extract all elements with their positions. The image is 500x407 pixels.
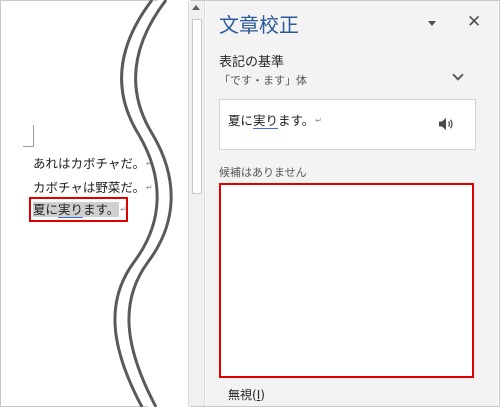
scroll-thumb[interactable]: [192, 19, 202, 194]
context-sentence: 夏に実ります。↵: [228, 110, 322, 129]
speaker-icon[interactable]: [438, 117, 454, 131]
paragraph-mark-icon: ↵: [315, 116, 322, 125]
vertical-scrollbar[interactable]: [188, 1, 205, 406]
ignore-button-label: 無視(: [228, 388, 257, 402]
ignore-button-suffix: ): [260, 388, 265, 402]
no-candidates-label: 候補はありません: [219, 166, 307, 179]
proofing-pane: 文章校正 ✕ 表記の基準 「です・ます」体 夏に実ります。↵ 候補はありません …: [206, 1, 498, 406]
pane-title: 文章校正: [219, 13, 299, 37]
style-value: 「です・ます」体: [219, 74, 307, 87]
close-icon[interactable]: ✕: [467, 12, 481, 32]
flagged-word: 実り: [253, 113, 279, 129]
context-sentence-box: 夏に実ります。↵: [219, 99, 476, 150]
ignore-button[interactable]: 無視(I): [228, 386, 265, 403]
section-label: 表記の基準: [219, 55, 285, 70]
text-fragment: ます。: [278, 113, 315, 128]
scroll-up-arrow-icon[interactable]: [192, 5, 200, 10]
expand-chevron-icon[interactable]: [452, 69, 464, 81]
margin-corner-mark: [23, 125, 34, 147]
chevron-down-icon[interactable]: [428, 21, 436, 26]
candidates-list[interactable]: [219, 183, 474, 378]
page-break-wave-divider: [113, 0, 190, 407]
text-fragment: 夏に: [228, 113, 254, 128]
